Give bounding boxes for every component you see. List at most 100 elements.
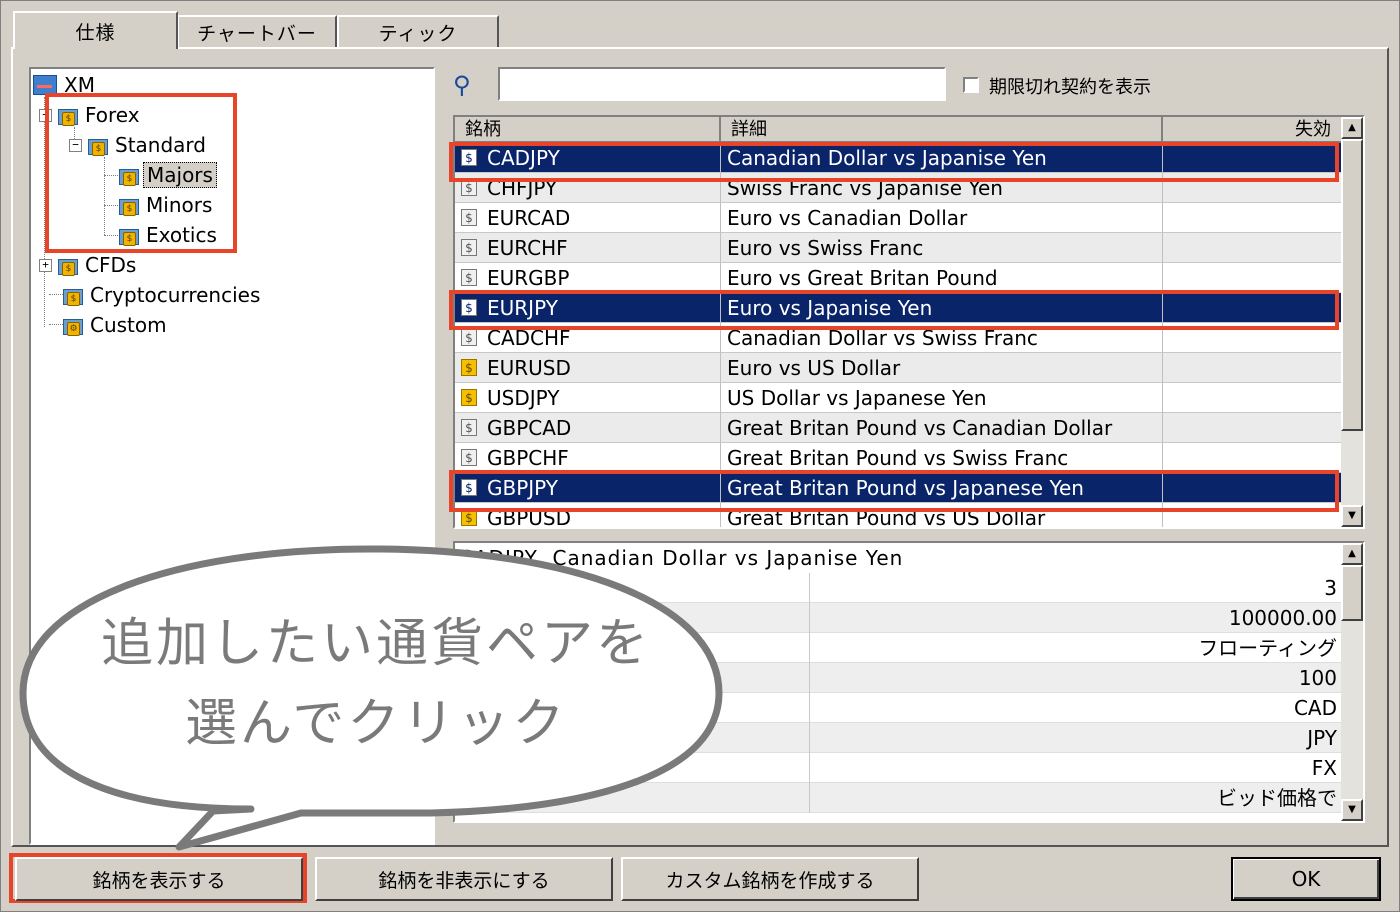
symbol-name: GBPJPY [487, 476, 559, 500]
expiration-cell [1163, 443, 1343, 473]
symbol-cell: $ EURJPY [455, 293, 721, 323]
table-row[interactable]: $ CHFJPY Swiss Franc vs Japanise Yen [455, 173, 1343, 203]
search-input[interactable] [498, 67, 946, 101]
callout-text-line2: 選んでクリック [185, 694, 568, 754]
scroll-up-icon[interactable]: ▲ [1341, 543, 1363, 565]
expand-toggle-icon[interactable]: − [69, 138, 82, 152]
description-cell: Great Britan Pound vs Canadian Dollar [721, 413, 1163, 443]
spec-value: ビッド価格で [1217, 786, 1337, 810]
expiration-cell [1163, 233, 1343, 263]
show-expired-label: 期限切れ契約を表示 [989, 77, 1151, 98]
description-cell: Euro vs Great Britan Pound [721, 263, 1163, 293]
tree-node-majors[interactable]: $ Majors [117, 161, 217, 189]
description-cell: Canadian Dollar vs Swiss Franc [721, 323, 1163, 353]
currency-icon: $ [461, 359, 477, 376]
spec-value: フローティング [1198, 636, 1337, 660]
hide-symbol-button[interactable]: 銘柄を非表示にする [315, 857, 613, 901]
scroll-thumb[interactable] [1341, 139, 1363, 431]
tree-label-cfds: CFDs [85, 253, 137, 277]
tree-node-exotics[interactable]: $ Exotics [117, 221, 220, 249]
symbol-name: EURGBP [487, 266, 570, 290]
show-symbol-button[interactable]: 銘柄を表示する [15, 857, 303, 901]
scroll-up-icon[interactable]: ▲ [1341, 117, 1363, 139]
folder-icon: $ [117, 225, 139, 246]
expand-toggle-icon[interactable]: + [39, 258, 52, 272]
spec-value: 3 [1324, 576, 1337, 600]
description-cell: Euro vs Swiss Franc [721, 233, 1163, 263]
table-row[interactable]: $ GBPCHF Great Britan Pound vs Swiss Franc [455, 443, 1343, 473]
currency-icon: $ [461, 479, 477, 496]
symbol-cell: $ USDJPY [455, 383, 721, 413]
description-cell: Swiss Franc vs Japanise Yen [721, 173, 1163, 203]
table-row[interactable]: $ EURUSD Euro vs US Dollar [455, 353, 1343, 383]
tab-ticks[interactable]: ティック [337, 15, 499, 47]
symbol-name: CADCHF [487, 326, 571, 350]
scroll-thumb[interactable] [1341, 565, 1363, 621]
table-row[interactable]: $ GBPCAD Great Britan Pound vs Canadian Do… [455, 413, 1343, 443]
table-row[interactable]: $ GBPJPY Great Britan Pound vs Japanese Ye… [455, 473, 1343, 503]
tree-node-forex[interactable]: − $ Forex [39, 101, 143, 129]
symbol-name: EURJPY [487, 296, 558, 320]
create-custom-symbol-button[interactable]: カスタム銘柄を作成する [621, 857, 919, 901]
symbol-name: GBPUSD [487, 506, 572, 529]
currency-icon: $ [461, 449, 477, 466]
description-cell: Euro vs US Dollar [721, 353, 1163, 383]
tree-node-crypto[interactable]: $ Cryptocurrencies [61, 281, 263, 309]
table-row[interactable]: $ EURGBP Euro vs Great Britan Pound [455, 263, 1343, 293]
symbol-cell: $ GBPCHF [455, 443, 721, 473]
symbol-cell: $ EURCAD [455, 203, 721, 233]
description-cell: US Dollar vs Japanese Yen [721, 383, 1163, 413]
symbol-cell: $ EURGBP [455, 263, 721, 293]
expand-toggle-icon[interactable]: − [39, 108, 52, 122]
tab-specification[interactable]: 仕様 [13, 11, 178, 49]
symbol-cell: $ CADCHF [455, 323, 721, 353]
scroll-down-icon[interactable]: ▼ [1341, 505, 1363, 527]
expiration-cell [1163, 323, 1343, 353]
tree-node-cfds[interactable]: + $ CFDs [39, 251, 139, 279]
symbol-name: EURCHF [487, 236, 568, 260]
spec-value: 100 [1298, 666, 1337, 690]
spec-value: 100000.00 [1228, 606, 1337, 630]
show-expired-checkbox[interactable] [963, 77, 979, 93]
scroll-down-icon[interactable]: ▼ [1341, 799, 1363, 821]
table-row[interactable]: $ EURCHF Euro vs Swiss Franc [455, 233, 1343, 263]
folder-icon: $ [61, 285, 83, 306]
tree-node-standard[interactable]: − $ Standard [69, 131, 209, 159]
expiration-cell [1163, 173, 1343, 203]
tree-node-custom[interactable]: ⚙ Custom [61, 311, 170, 339]
spec-value: CAD [1293, 696, 1337, 720]
ok-button[interactable]: OK [1231, 857, 1381, 901]
folder-icon: $ [56, 105, 78, 126]
spec-value: JPY [1307, 726, 1337, 750]
currency-icon: $ [461, 389, 477, 406]
table-row[interactable]: $ CADJPY Canadian Dollar vs Japanise Yen [455, 143, 1343, 173]
currency-icon: $ [461, 299, 477, 316]
column-header-description[interactable]: 詳細 [721, 117, 1163, 143]
expiration-cell [1163, 263, 1343, 293]
description-cell: Great Britan Pound vs Swiss Franc [721, 443, 1163, 473]
currency-icon: $ [461, 179, 477, 196]
expiration-cell [1163, 503, 1343, 527]
tree-node-xm[interactable]: XM [33, 71, 98, 99]
column-header-symbol[interactable]: 銘柄 [455, 117, 721, 143]
currency-icon: $ [461, 329, 477, 346]
currency-icon: $ [461, 239, 477, 256]
currency-icon: $ [461, 509, 477, 526]
column-header-expiration[interactable]: 失効 [1163, 117, 1343, 143]
folder-icon: $ [117, 195, 139, 216]
table-scrollbar[interactable]: ▲ ▼ [1341, 117, 1363, 527]
table-header: 銘柄 詳細 失効 [455, 117, 1343, 143]
tab-chart-bars[interactable]: チャートバー [177, 15, 337, 47]
table-row[interactable]: $ CADCHF Canadian Dollar vs Swiss Franc [455, 323, 1343, 353]
symbols-table: 銘柄 詳細 失効 $ CADJPY Canadian Dollar vs Japan… [453, 115, 1365, 529]
tree-label-majors: Majors [143, 162, 217, 188]
symbol-cell: $ GBPJPY [455, 473, 721, 503]
table-row[interactable]: $ EURJPY Euro vs Japanise Yen [455, 293, 1343, 323]
table-row[interactable]: $ USDJPY US Dollar vs Japanese Yen [455, 383, 1343, 413]
server-icon [33, 75, 57, 95]
table-row[interactable]: $ GBPUSD Great Britan Pound vs US Dollar [455, 503, 1343, 529]
binoculars-icon[interactable]: ⚲ [453, 71, 471, 99]
table-row[interactable]: $ EURCAD Euro vs Canadian Dollar [455, 203, 1343, 233]
spec-scrollbar[interactable]: ▲ ▼ [1341, 543, 1363, 821]
tree-node-minors[interactable]: $ Minors [117, 191, 215, 219]
